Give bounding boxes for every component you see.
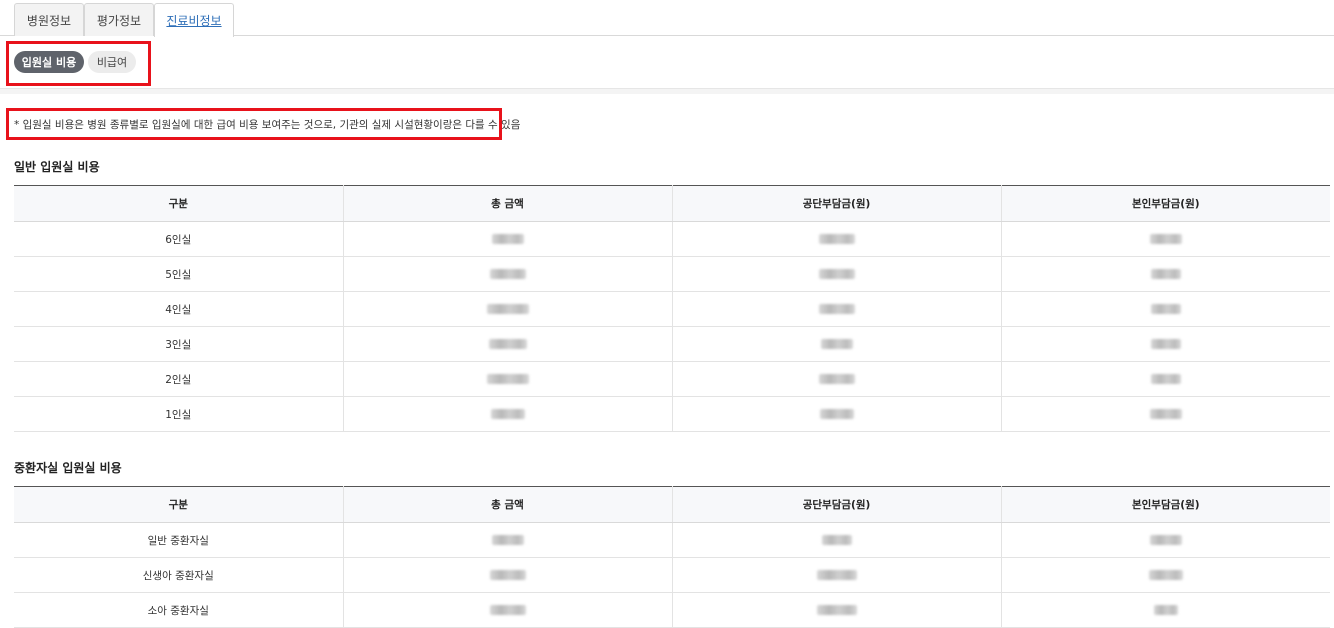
table-row: 소아 중환자실 <box>14 592 1330 628</box>
patient-cost-cell <box>1001 522 1330 558</box>
tab-evaluation-info[interactable]: 평가정보 <box>84 3 154 36</box>
total-cost-cell <box>343 557 673 593</box>
patient-cost-cell <box>1001 396 1330 432</box>
patient-cost-cell <box>1001 221 1330 257</box>
row-label: 일반 중환자실 <box>14 522 344 558</box>
total-cost-cell <box>343 361 673 397</box>
column-header: 공단부담금(원) <box>672 486 1002 523</box>
insurer-cost-cell <box>672 221 1002 257</box>
column-header: 본인부담금(원) <box>1001 185 1330 222</box>
total-cost-cell <box>343 396 673 432</box>
tab-bar: 병원정보 평가정보 진료비정보 <box>0 0 1334 37</box>
total-cost-cell <box>343 522 673 558</box>
row-label: 1인실 <box>14 396 344 432</box>
notice-text: * 입원실 비용은 병원 종류별로 입원실에 대한 급여 비용 보여주는 것으로… <box>14 119 521 131</box>
insurer-cost-cell <box>672 396 1002 432</box>
total-cost-cell <box>343 592 673 628</box>
icu-room-table: 구분 총 금액 공단부담금(원) 본인부담금(원) 일반 중환자실 신생아 중환… <box>14 486 1330 628</box>
insurer-cost-cell <box>672 557 1002 593</box>
total-cost-cell <box>343 291 673 327</box>
column-header: 총 금액 <box>343 185 673 222</box>
row-label: 3인실 <box>14 326 344 362</box>
insurer-cost-cell <box>672 326 1002 362</box>
tab-medical-fee-info[interactable]: 진료비정보 <box>154 3 234 37</box>
row-label: 4인실 <box>14 291 344 327</box>
patient-cost-cell <box>1001 256 1330 292</box>
table-row: 6인실 <box>14 221 1330 257</box>
table-row: 신생아 중환자실 <box>14 557 1330 593</box>
column-header: 구분 <box>14 185 344 222</box>
general-room-table: 구분 총 금액 공단부담금(원) 본인부담금(원) 6인실 5인실 4인실 3인… <box>14 185 1330 432</box>
total-cost-cell <box>343 221 673 257</box>
tab-hospital-info[interactable]: 병원정보 <box>14 3 84 36</box>
column-header: 본인부담금(원) <box>1001 486 1330 523</box>
row-label: 소아 중환자실 <box>14 592 344 628</box>
insurer-cost-cell <box>672 291 1002 327</box>
total-cost-cell <box>343 256 673 292</box>
row-label: 2인실 <box>14 361 344 397</box>
patient-cost-cell <box>1001 592 1330 628</box>
section-divider <box>0 88 1334 94</box>
insurer-cost-cell <box>672 592 1002 628</box>
insurer-cost-cell <box>672 256 1002 292</box>
row-label: 신생아 중환자실 <box>14 557 344 593</box>
column-header: 총 금액 <box>343 486 673 523</box>
room-cost-button[interactable]: 입원실 비용 <box>14 51 84 73</box>
patient-cost-cell <box>1001 361 1330 397</box>
general-room-title: 일반 입원실 비용 <box>14 160 100 174</box>
total-cost-cell <box>343 326 673 362</box>
column-header: 공단부담금(원) <box>672 185 1002 222</box>
row-label: 5인실 <box>14 256 344 292</box>
patient-cost-cell <box>1001 291 1330 327</box>
insurer-cost-cell <box>672 361 1002 397</box>
table-row: 2인실 <box>14 361 1330 397</box>
table-row: 1인실 <box>14 396 1330 432</box>
table-row: 4인실 <box>14 291 1330 327</box>
patient-cost-cell <box>1001 326 1330 362</box>
icu-room-title: 중환자실 입원실 비용 <box>14 461 122 475</box>
table-row: 일반 중환자실 <box>14 522 1330 558</box>
column-header: 구분 <box>14 486 344 523</box>
patient-cost-cell <box>1001 557 1330 593</box>
table-row: 5인실 <box>14 256 1330 292</box>
non-covered-button[interactable]: 비급여 <box>88 51 136 73</box>
table-row: 3인실 <box>14 326 1330 362</box>
row-label: 6인실 <box>14 221 344 257</box>
insurer-cost-cell <box>672 522 1002 558</box>
